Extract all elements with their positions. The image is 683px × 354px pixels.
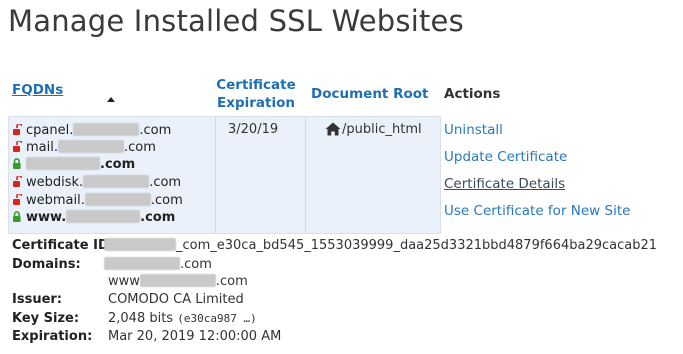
- fqdn-suffix: .com: [149, 175, 182, 190]
- column-divider: [215, 117, 216, 233]
- fqdn-suffix: .com: [100, 157, 136, 172]
- domain-value-2: www .com: [108, 274, 248, 289]
- key-size-label: Key Size:: [12, 311, 80, 326]
- fqdn-item-root: .com: [13, 157, 135, 173]
- unlocked-padlock-icon: [13, 122, 23, 135]
- certificate-id-label: Certificate ID:: [12, 238, 114, 253]
- redacted-text: [83, 175, 150, 188]
- fqdn-item-www: www. .com: [13, 210, 175, 226]
- page-title: Manage Installed SSL Websites: [8, 4, 464, 38]
- domain-suffix: .com: [215, 274, 248, 289]
- update-certificate-link[interactable]: Update Certificate: [444, 149, 567, 165]
- fqdn-prefix: webdisk.: [26, 175, 84, 190]
- fqdn-prefix: www.: [26, 210, 67, 225]
- actions-column-header: Actions: [444, 86, 501, 102]
- certificate-id-value: _com_e30ca_bd545_1553039999_daa25d3321bb…: [104, 238, 657, 253]
- fqdn-prefix: cpanel.: [26, 123, 74, 138]
- domain-value-1: .com: [104, 257, 212, 272]
- unlocked-padlock-icon: [13, 192, 23, 205]
- unlocked-padlock-icon: [13, 139, 23, 152]
- redacted-text: [58, 140, 124, 153]
- expiration-label: Expiration:: [12, 329, 93, 344]
- locked-padlock-icon: [13, 158, 22, 169]
- fqdn-item-mail: mail. .com: [13, 139, 156, 156]
- redacted-text: [26, 157, 100, 170]
- issuer-value: COMODO CA Limited: [108, 292, 244, 307]
- expiration-value: Mar 20, 2019 12:00:00 AM: [108, 329, 282, 344]
- key-size-id: (e30ca987 …): [177, 312, 257, 325]
- column-divider: [305, 117, 306, 233]
- sort-ascending-icon[interactable]: [107, 97, 115, 102]
- certificate-expiration-value: 3/20/19: [228, 122, 279, 137]
- domain-suffix: .com: [180, 257, 212, 272]
- certificate-details-link[interactable]: Certificate Details: [444, 176, 565, 192]
- certificate-expiration-column-header[interactable]: Certificate Expiration: [214, 76, 298, 112]
- redacted-text: [104, 238, 176, 251]
- document-root-value: /public_html: [342, 122, 422, 137]
- use-certificate-for-new-site-link[interactable]: Use Certificate for New Site: [444, 203, 630, 219]
- fqdn-prefix: mail.: [26, 140, 58, 155]
- domain-prefix: www: [108, 274, 140, 289]
- redacted-text: [73, 123, 140, 136]
- fqdn-item-cpanel: cpanel. .com: [13, 122, 172, 139]
- certificate-id-text: _com_e30ca_bd545_1553039999_daa25d3321bb…: [176, 238, 658, 253]
- key-size-bits: 2,048 bits: [108, 311, 174, 326]
- issuer-label: Issuer:: [12, 292, 62, 307]
- redacted-text: [66, 210, 141, 223]
- redacted-text: [139, 274, 216, 287]
- fqdn-item-webdisk: webdisk. .com: [13, 174, 182, 191]
- redacted-text: [84, 193, 151, 206]
- domains-label: Domains:: [12, 257, 81, 272]
- key-size-value: 2,048 bits (e30ca987 …): [108, 311, 257, 326]
- fqdn-suffix: .com: [139, 123, 172, 138]
- home-icon: [325, 121, 341, 140]
- redacted-text: [104, 257, 180, 270]
- locked-padlock-icon: [13, 211, 22, 222]
- fqdn-item-webmail: webmail. .com: [13, 192, 183, 209]
- uninstall-link[interactable]: Uninstall: [444, 122, 503, 138]
- fqdn-suffix: .com: [124, 140, 156, 155]
- unlocked-padlock-icon: [13, 174, 23, 187]
- fqdns-column-header[interactable]: FQDNs: [12, 82, 63, 98]
- fqdn-suffix: .com: [140, 210, 176, 225]
- fqdn-prefix: webmail.: [26, 193, 85, 208]
- fqdn-suffix: .com: [150, 193, 183, 208]
- document-root-column-header[interactable]: Document Root: [311, 86, 428, 102]
